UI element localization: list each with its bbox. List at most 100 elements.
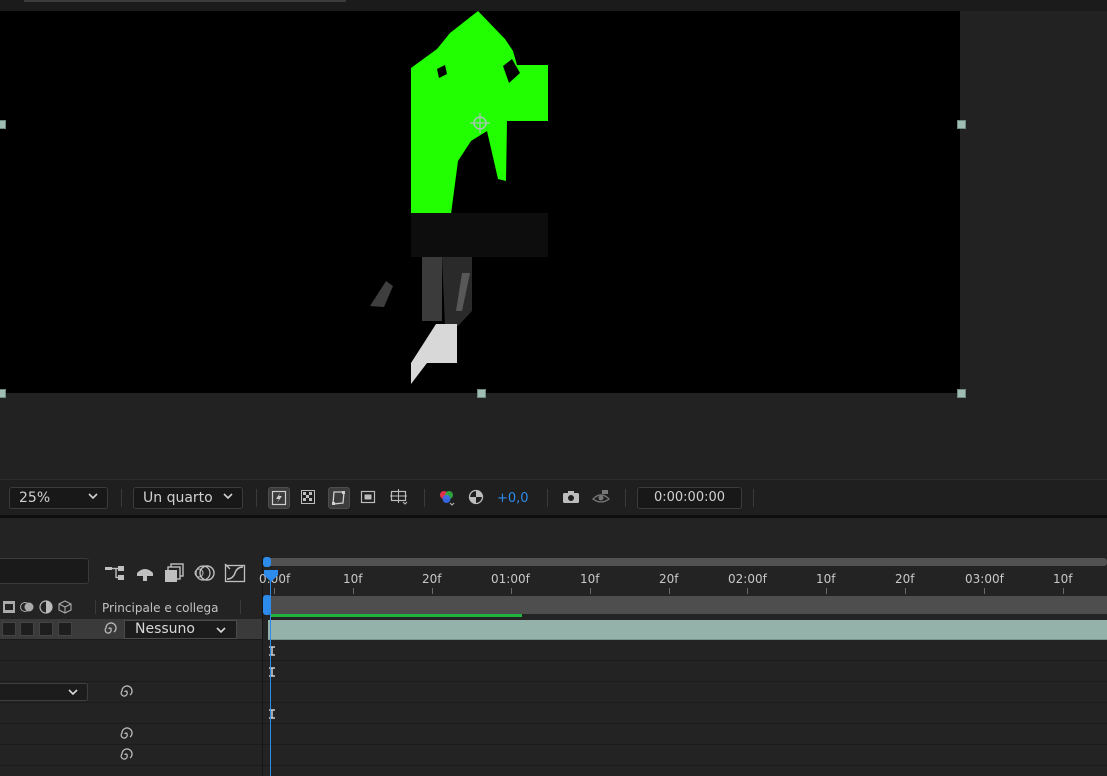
property-row[interactable]: [0, 640, 262, 661]
take-snapshot-button[interactable]: [560, 487, 582, 509]
guides-button[interactable]: [388, 487, 410, 509]
time-navigator-start-handle[interactable]: [263, 557, 271, 567]
ruler-tick: [669, 588, 670, 594]
exposure-reset-button[interactable]: [466, 487, 488, 509]
layer-search-input[interactable]: [0, 558, 89, 584]
ruler-tick-label: 10f: [816, 572, 836, 586]
switch-box[interactable]: [58, 622, 72, 636]
draft-3d-icon[interactable]: [134, 563, 156, 583]
switch-box[interactable]: [2, 622, 16, 636]
panel-tab-strip: [0, 0, 1107, 11]
pick-whip-icon[interactable]: [118, 747, 134, 763]
property-track: [263, 682, 1107, 703]
property-track: [263, 640, 1107, 661]
frame-blending-icon[interactable]: [164, 563, 186, 583]
viewer-toolbar: 25% Un quarto +0,0 0:00:00:00: [0, 479, 1107, 516]
mask-visibility-button[interactable]: [328, 487, 350, 509]
snapshot-icon: [563, 491, 579, 503]
property-track: [263, 703, 1107, 724]
fast-previews-icon: [271, 490, 287, 506]
ruler-tick: [511, 588, 512, 594]
layer-handle-right[interactable]: [957, 120, 966, 129]
ruler-tick-label: 02:00f: [728, 572, 767, 586]
blend-chevron-icon: [68, 689, 78, 696]
work-area-bar[interactable]: [268, 596, 1107, 614]
3d-layer-switch-icon[interactable]: [58, 600, 72, 614]
show-snapshot-icon: [592, 490, 610, 503]
graph-editor-icon[interactable]: [224, 563, 246, 583]
ruler-tick-label: 20f: [659, 572, 679, 586]
region-of-interest-icon: [360, 490, 376, 504]
show-snapshot-button[interactable]: [590, 487, 612, 509]
resolution-value: Un quarto: [143, 490, 213, 506]
fast-previews-button[interactable]: [268, 487, 290, 509]
resolution-chevron-icon: [223, 493, 233, 500]
ruler-tick: [590, 588, 591, 594]
pick-whip-icon[interactable]: [118, 726, 134, 742]
ruler-tick: [905, 588, 906, 594]
pick-whip-icon[interactable]: [102, 621, 118, 637]
exposure-reset-icon: [468, 489, 484, 505]
layer-handle-bottom-center[interactable]: [477, 389, 486, 398]
property-track: [263, 661, 1107, 682]
ruler-tick-label: 20f: [895, 572, 915, 586]
blending-mode-dropdown[interactable]: [0, 683, 88, 701]
layer-handle-bottom-left[interactable]: [0, 389, 6, 398]
region-of-interest-button[interactable]: [358, 487, 380, 509]
channel-button[interactable]: [436, 487, 458, 509]
parent-link-column-label: Principale e collega: [102, 601, 219, 615]
property-row[interactable]: [0, 745, 262, 766]
property-row[interactable]: [0, 682, 262, 703]
transparency-grid-icon: [301, 490, 315, 504]
timeline-panel: Principale e collega Nessuno 0:00f 10f 20f…: [0, 515, 1107, 776]
switch-box[interactable]: [39, 622, 53, 636]
ruler-tick-label: 10f: [343, 572, 363, 586]
layer-handle-bottom-right[interactable]: [957, 389, 966, 398]
resolution-dropdown[interactable]: Un quarto: [133, 487, 243, 509]
parent-value: Nessuno: [135, 621, 195, 637]
channel-icon: [440, 491, 455, 506]
property-track: [263, 724, 1107, 745]
ruler-tick: [1063, 588, 1064, 594]
composition-canvas[interactable]: [0, 11, 960, 393]
ruler-tick: [747, 588, 748, 594]
mask-visibility-icon: [332, 491, 345, 505]
property-row[interactable]: [0, 724, 262, 745]
render-cache-bar: [271, 614, 522, 617]
ruler-tick-label: 10f: [1053, 572, 1073, 586]
layer-row[interactable]: Nessuno: [0, 619, 262, 640]
ruler-tick: [353, 588, 354, 594]
exposure-value[interactable]: +0,0: [497, 491, 529, 506]
keyed-footage-image: [370, 11, 548, 384]
layer-column-header: Principale e collega: [0, 596, 262, 620]
property-track: [263, 745, 1107, 766]
playhead-icon[interactable]: [264, 570, 278, 582]
zoom-chevron-icon: [88, 493, 98, 500]
zoom-dropdown[interactable]: 25%: [9, 487, 108, 509]
pick-whip-icon[interactable]: [118, 684, 134, 700]
current-time-display[interactable]: 0:00:00:00: [637, 487, 742, 509]
ruler-tick-label: 10f: [580, 572, 600, 586]
parent-dropdown[interactable]: Nessuno: [124, 620, 237, 639]
property-row[interactable]: [0, 703, 262, 724]
layer-handle-left[interactable]: [0, 120, 6, 129]
ruler-tick: [984, 588, 985, 594]
adjustment-switch-icon[interactable]: [39, 600, 53, 614]
ruler-tick: [826, 588, 827, 594]
comp-flowchart-icon[interactable]: [104, 563, 126, 583]
shy-switch-icon[interactable]: [20, 600, 34, 614]
ruler-tick-label: 20f: [422, 572, 442, 586]
parent-chevron-icon: [216, 627, 226, 634]
time-navigator-bar[interactable]: [266, 558, 1107, 566]
ruler-tick-label: 03:00f: [965, 572, 1004, 586]
property-row[interactable]: [0, 661, 262, 682]
video-switch-icon[interactable]: [2, 600, 16, 614]
guides-icon: [390, 489, 408, 505]
motion-blur-icon[interactable]: [194, 563, 216, 583]
layer-duration-bar[interactable]: [268, 620, 1107, 640]
playhead-line[interactable]: [270, 570, 271, 776]
switch-box[interactable]: [20, 622, 34, 636]
time-ruler[interactable]: 0:00f 10f 20f 01:00f 10f 20f 02:00f 10f 20f 03:00…: [259, 568, 1107, 594]
transparency-grid-button[interactable]: [298, 487, 320, 509]
zoom-value: 25%: [19, 490, 51, 506]
